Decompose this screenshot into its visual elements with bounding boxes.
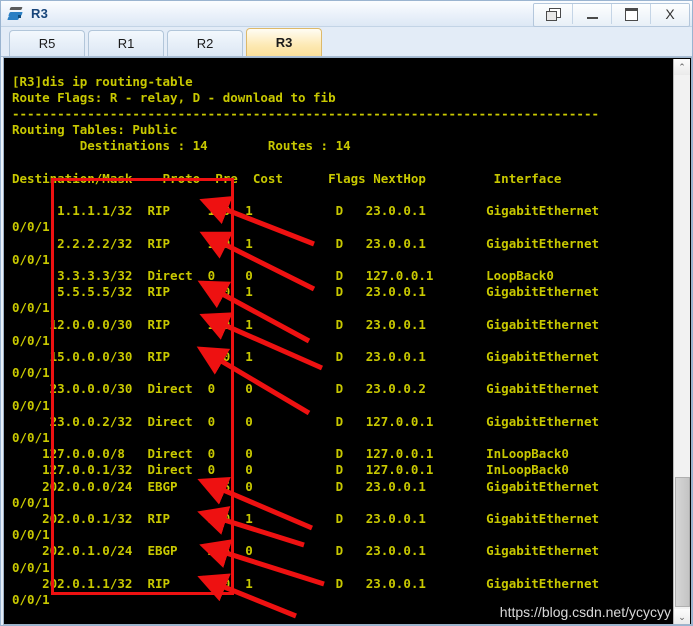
close-icon: X — [665, 6, 675, 22]
tab-r2[interactable]: R2 — [167, 30, 243, 56]
window-title: R3 — [31, 6, 49, 21]
scrollbar-thumb[interactable] — [675, 477, 690, 607]
window-controls: X — [533, 3, 690, 27]
minimize-button[interactable] — [573, 4, 612, 24]
terminal-output[interactable]: [R3]dis ip routing-table Route Flags: R … — [4, 58, 691, 624]
device-tab-bar: R5 R1 R2 R3 — [1, 27, 692, 57]
close-button[interactable]: X — [651, 4, 689, 24]
minimize-icon — [586, 16, 598, 19]
chevron-down-icon: ⌄ — [678, 611, 686, 622]
chevron-up-icon: ⌃ — [678, 61, 686, 72]
scroll-up-button[interactable]: ⌃ — [674, 59, 690, 75]
tab-r3[interactable]: R3 — [246, 28, 322, 56]
router-console-window: R3 X R5 R1 R2 R3 [R3]dis ip routing-tabl… — [0, 0, 693, 626]
scroll-down-button[interactable]: ⌄ — [674, 609, 690, 624]
maximize-icon — [624, 7, 638, 21]
tab-r1[interactable]: R1 — [88, 30, 164, 56]
routing-table-text: [R3]dis ip routing-table Route Flags: R … — [12, 73, 599, 608]
router-icon — [7, 6, 25, 22]
maximize-button[interactable] — [612, 4, 651, 24]
terminal-scrollbar[interactable]: ⌃ ⌄ — [673, 59, 690, 624]
watermark: https://blog.csdn.net/ycycyy — [499, 604, 671, 620]
tab-r5[interactable]: R5 — [9, 30, 85, 56]
title-bar: R3 X — [1, 1, 692, 27]
restore-button[interactable] — [534, 4, 573, 24]
terminal-frame: [R3]dis ip routing-table Route Flags: R … — [3, 57, 692, 625]
restore-icon — [546, 8, 561, 21]
